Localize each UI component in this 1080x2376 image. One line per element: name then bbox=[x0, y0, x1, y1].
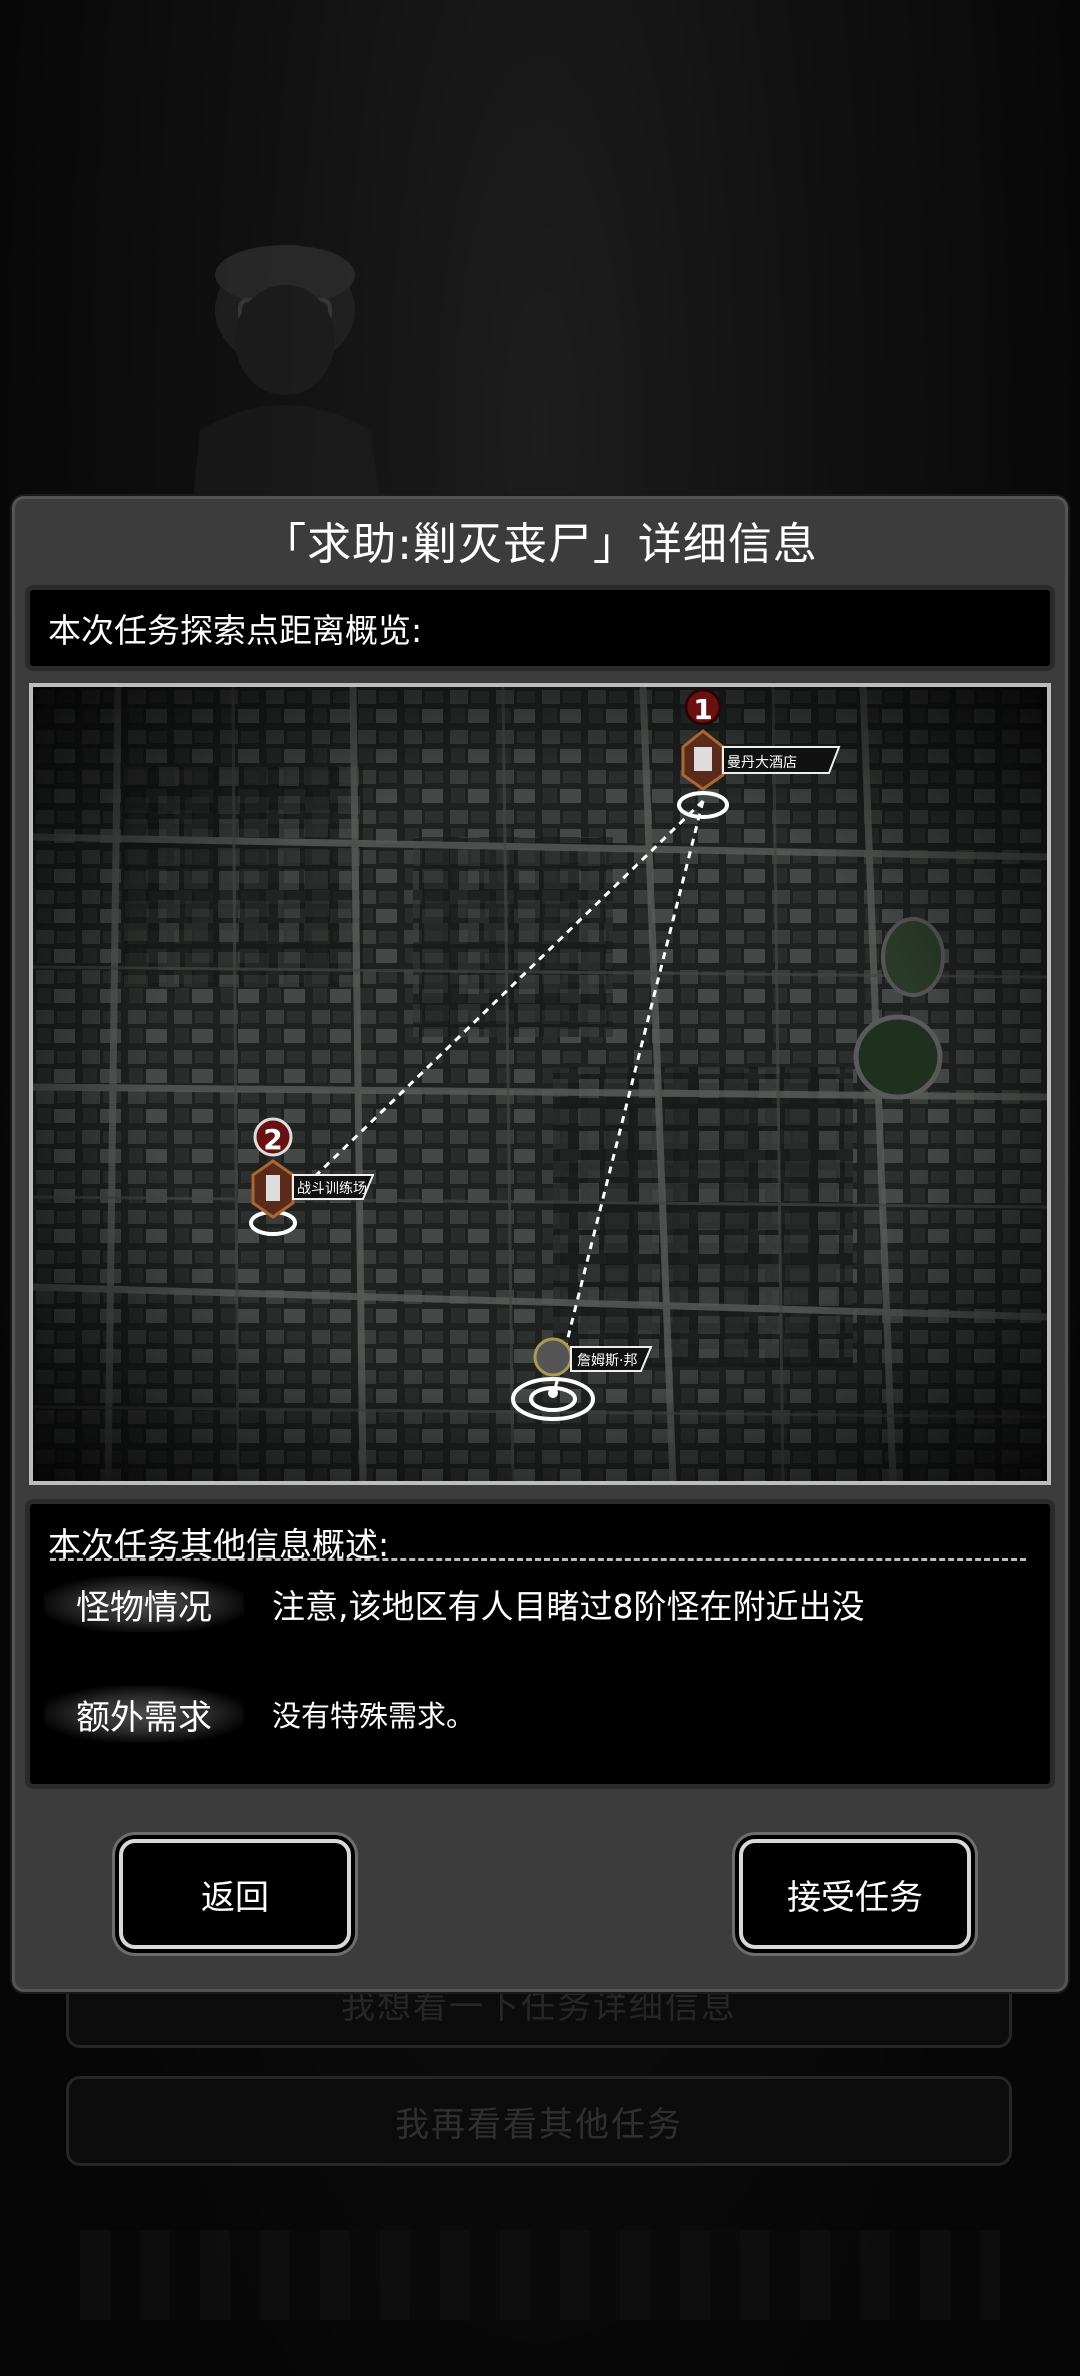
dashed-divider bbox=[50, 1558, 1026, 1561]
overview-header: 本次任务探索点距离概览: bbox=[25, 585, 1055, 671]
extra-label: 额外需求 bbox=[44, 1686, 244, 1742]
monster-label: 怪物情况 bbox=[44, 1576, 244, 1632]
mission-detail-dialog: 「求助:剿灭丧尸」详细信息 本次任务探索点距离概览: 1 曼丹大酒店 2 战斗训… bbox=[12, 496, 1068, 1992]
player-label: 詹姆斯·邦 bbox=[577, 1353, 637, 1369]
satellite-map: 1 曼丹大酒店 2 战斗训练场 詹姆斯·邦 bbox=[33, 687, 1047, 1481]
info-panel: 本次任务其他信息概述: 怪物情况 注意,该地区有人目睹过8阶怪在附近出没 额外需… bbox=[25, 1499, 1055, 1789]
overview-label: 本次任务探索点距离概览: bbox=[48, 611, 423, 650]
building-icon bbox=[266, 1175, 280, 1201]
monster-value: 注意,该地区有人目睹过8阶怪在附近出没 bbox=[272, 1587, 865, 1626]
point-2-number: 2 bbox=[263, 1123, 282, 1156]
background-decoration bbox=[80, 2230, 1000, 2320]
point-2-label: 战斗训练场 bbox=[297, 1181, 367, 1197]
npc-portrait bbox=[190, 245, 385, 530]
player-location-icon bbox=[533, 1337, 573, 1377]
point-1-label: 曼丹大酒店 bbox=[727, 755, 797, 771]
dialog-title: 「求助:剿灭丧尸」详细信息 bbox=[262, 519, 818, 570]
other-tasks-option: 我再看看其他任务 bbox=[66, 2076, 1012, 2166]
hotel-icon bbox=[694, 747, 712, 771]
extra-row: 额外需求 没有特殊需求。 bbox=[44, 1682, 475, 1746]
back-button[interactable]: 返回 bbox=[119, 1839, 351, 1949]
monster-row: 怪物情况 注意,该地区有人目睹过8阶怪在附近出没 bbox=[44, 1572, 865, 1636]
mission-map[interactable]: 1 曼丹大酒店 2 战斗训练场 詹姆斯·邦 bbox=[29, 683, 1051, 1485]
extra-value: 没有特殊需求。 bbox=[272, 1699, 476, 1733]
point-1-number: 1 bbox=[693, 693, 712, 726]
accept-mission-button[interactable]: 接受任务 bbox=[739, 1839, 971, 1949]
